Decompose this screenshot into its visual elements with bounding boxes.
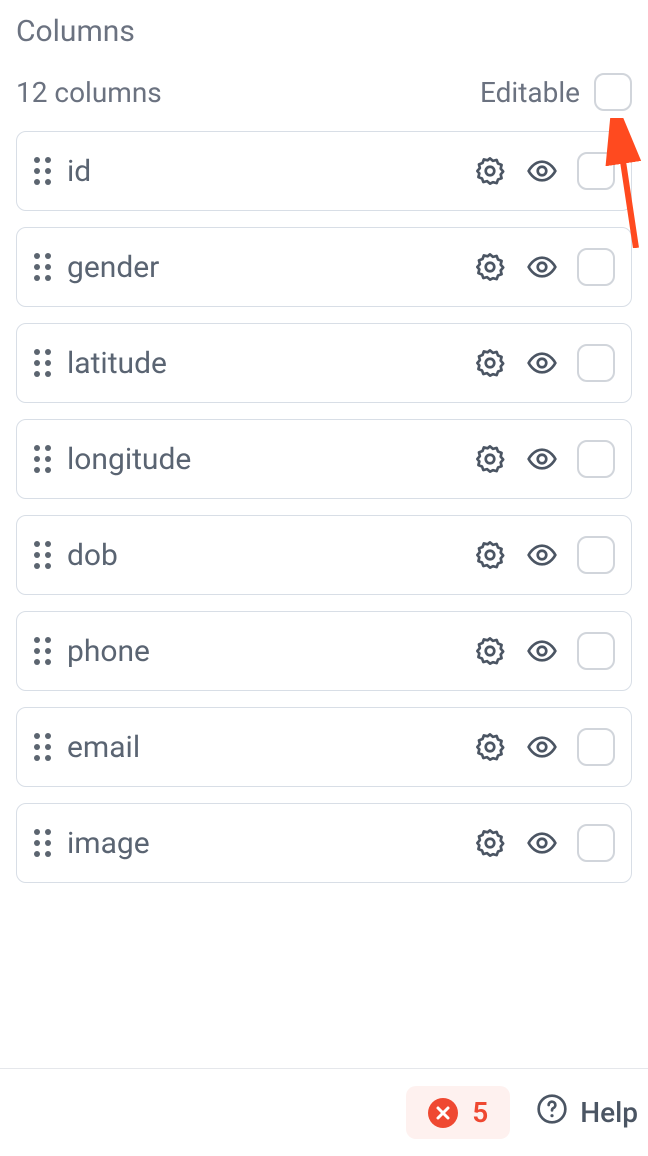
gear-icon[interactable]	[473, 346, 507, 380]
column-name: latitude	[67, 346, 473, 381]
eye-icon[interactable]	[525, 634, 559, 668]
column-actions	[473, 728, 615, 766]
error-count: 5	[472, 1096, 488, 1129]
editable-all-checkbox[interactable]	[594, 73, 632, 111]
column-editable-checkbox[interactable]	[577, 632, 615, 670]
column-actions	[473, 824, 615, 862]
gear-icon[interactable]	[473, 538, 507, 572]
column-editable-checkbox[interactable]	[577, 248, 615, 286]
column-count-label: 12 columns	[16, 76, 162, 109]
gear-icon[interactable]	[473, 250, 507, 284]
column-row[interactable]: latitude	[16, 323, 632, 403]
column-editable-checkbox[interactable]	[577, 344, 615, 382]
section-title: Columns	[16, 14, 632, 49]
eye-icon[interactable]	[525, 250, 559, 284]
column-actions	[473, 344, 615, 382]
column-row[interactable]: gender	[16, 227, 632, 307]
column-list: id gender latitude longitude dob phone email im…	[16, 131, 632, 883]
eye-icon[interactable]	[525, 826, 559, 860]
column-actions	[473, 248, 615, 286]
column-row[interactable]: id	[16, 131, 632, 211]
column-row[interactable]: longitude	[16, 419, 632, 499]
gear-icon[interactable]	[473, 826, 507, 860]
editable-toggle-wrap: Editable	[480, 73, 632, 111]
column-row[interactable]: image	[16, 803, 632, 883]
help-icon	[536, 1093, 568, 1132]
column-name: gender	[67, 250, 473, 285]
drag-handle-icon[interactable]	[31, 636, 53, 666]
help-label: Help	[580, 1096, 638, 1129]
status-bar: 5 Help	[0, 1068, 648, 1156]
gear-icon[interactable]	[473, 730, 507, 764]
gear-icon[interactable]	[473, 634, 507, 668]
drag-handle-icon[interactable]	[31, 252, 53, 282]
column-editable-checkbox[interactable]	[577, 536, 615, 574]
column-row[interactable]: dob	[16, 515, 632, 595]
column-name: email	[67, 730, 473, 765]
eye-icon[interactable]	[525, 730, 559, 764]
eye-icon[interactable]	[525, 538, 559, 572]
drag-handle-icon[interactable]	[31, 444, 53, 474]
drag-handle-icon[interactable]	[31, 732, 53, 762]
editable-label: Editable	[480, 76, 580, 109]
column-editable-checkbox[interactable]	[577, 824, 615, 862]
drag-handle-icon[interactable]	[31, 540, 53, 570]
column-name: longitude	[67, 442, 473, 477]
column-name: phone	[67, 634, 473, 669]
column-actions	[473, 440, 615, 478]
column-editable-checkbox[interactable]	[577, 728, 615, 766]
error-indicator[interactable]: 5	[406, 1086, 510, 1139]
column-name: dob	[67, 538, 473, 573]
eye-icon[interactable]	[525, 442, 559, 476]
columns-panel: Columns 12 columns Editable id gender lati…	[0, 0, 648, 1111]
eye-icon[interactable]	[525, 346, 559, 380]
column-editable-checkbox[interactable]	[577, 152, 615, 190]
column-actions	[473, 152, 615, 190]
column-row[interactable]: phone	[16, 611, 632, 691]
column-name: id	[67, 154, 473, 189]
drag-handle-icon[interactable]	[31, 828, 53, 858]
column-editable-checkbox[interactable]	[577, 440, 615, 478]
columns-subheader: 12 columns Editable	[16, 73, 632, 111]
drag-handle-icon[interactable]	[31, 348, 53, 378]
error-icon	[428, 1098, 458, 1128]
column-actions	[473, 536, 615, 574]
gear-icon[interactable]	[473, 442, 507, 476]
drag-handle-icon[interactable]	[31, 156, 53, 186]
gear-icon[interactable]	[473, 154, 507, 188]
column-actions	[473, 632, 615, 670]
column-name: image	[67, 826, 473, 861]
eye-icon[interactable]	[525, 154, 559, 188]
column-row[interactable]: email	[16, 707, 632, 787]
help-button[interactable]: Help	[536, 1093, 638, 1132]
